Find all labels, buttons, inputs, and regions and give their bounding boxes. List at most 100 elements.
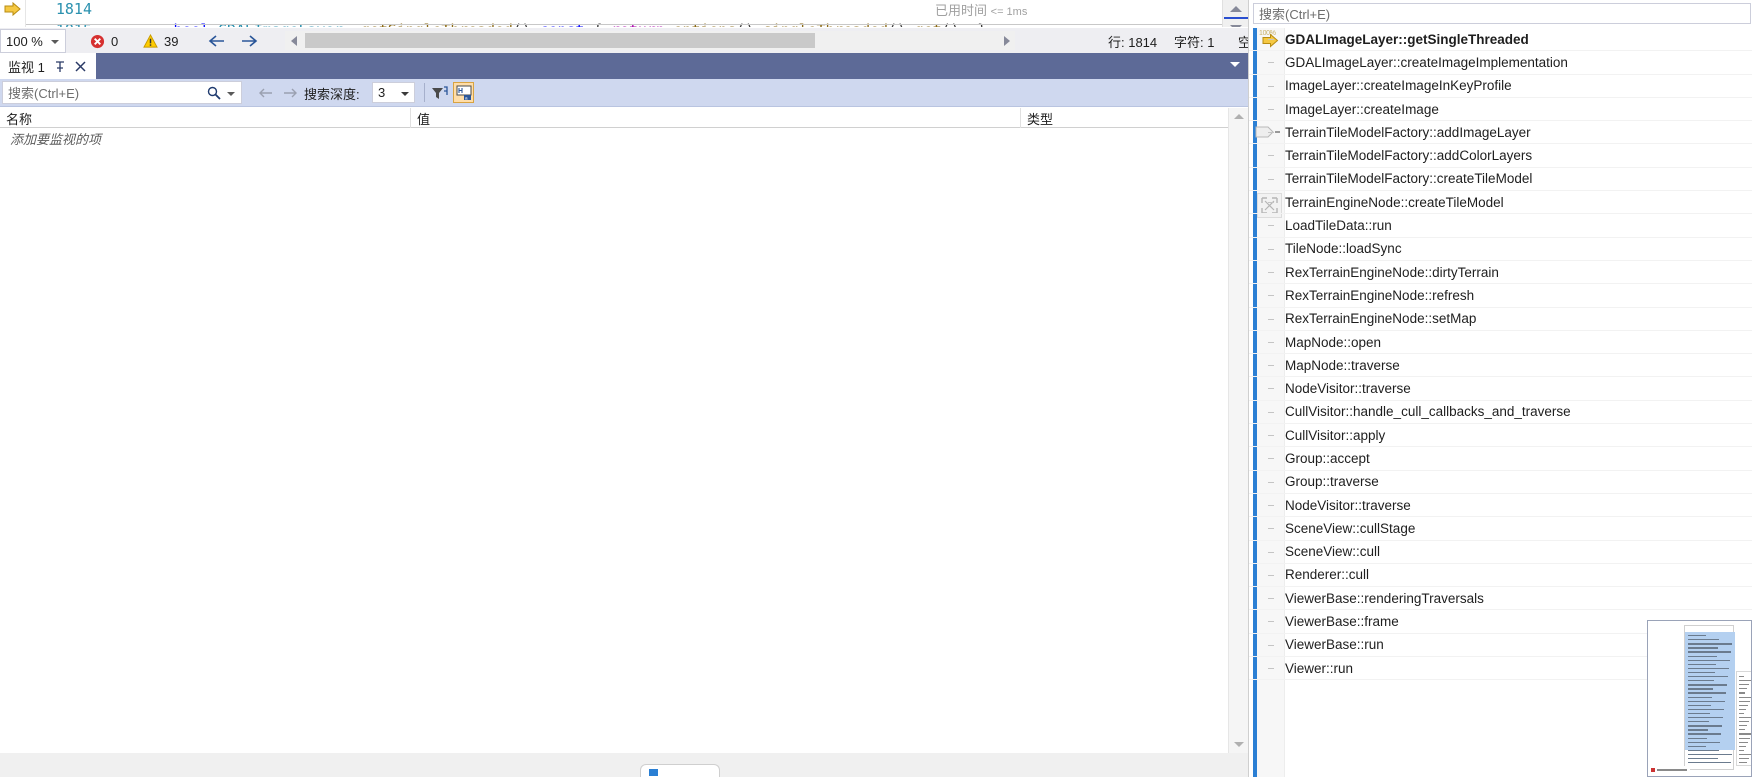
error-icon <box>90 34 105 48</box>
editor-glyph-margin[interactable] <box>0 0 26 27</box>
call-stack-frame-label: Group::traverse <box>1285 474 1379 490</box>
error-count: 0 <box>111 33 119 49</box>
filter-button[interactable] <box>429 83 449 103</box>
call-stack-search-input[interactable]: 搜索(Ctrl+E) <box>1254 4 1330 23</box>
watch-search-input[interactable]: 搜索(Ctrl+E) <box>3 83 79 102</box>
watch-add-item-placeholder[interactable]: 添加要监视的项 <box>0 128 1228 148</box>
frame-gutter-dash <box>1268 504 1274 506</box>
pin-icon[interactable] <box>54 60 66 73</box>
tab-watch-1[interactable]: 监视 1 <box>0 53 96 79</box>
call-stack-frame[interactable]: Group::traverse <box>1249 471 1752 494</box>
search-icon[interactable] <box>207 86 221 100</box>
frame-gutter-dash <box>1268 132 1274 134</box>
call-stack-frame-label: Renderer::cull <box>1285 567 1370 583</box>
tab-indicator-icon <box>649 769 658 776</box>
scroll-up-button[interactable] <box>1223 0 1249 17</box>
code-line-1814[interactable]: bool GDALImageLayer::getSingleThreaded()… <box>102 0 986 27</box>
call-stack-frame-label: ImageLayer::createImage <box>1285 101 1439 117</box>
zoom-level-combobox[interactable]: 100 % <box>0 29 66 53</box>
watch-column-headers: 名称 值 类型 <box>0 108 1248 128</box>
call-stack-frame[interactable]: LoadTileData::run <box>1249 214 1752 238</box>
navigate-backward-button[interactable] <box>206 31 228 51</box>
call-stack-frame[interactable]: RexTerrainEngineNode::setMap <box>1249 308 1752 331</box>
watch-bottom-area <box>0 753 1248 777</box>
call-stack-frame-label: Viewer::run <box>1285 660 1354 676</box>
thumbnail-text-line <box>1688 762 1731 764</box>
call-stack-frame[interactable]: TerrainEngineNode::createTileModel <box>1249 191 1752 215</box>
call-stack-frame[interactable]: TileNode::loadSync <box>1249 238 1752 261</box>
call-stack-frame[interactable]: Group::accept <box>1249 447 1752 471</box>
call-stack-frame[interactable]: CullVisitor::apply <box>1249 424 1752 448</box>
close-icon[interactable] <box>75 60 86 72</box>
code-editor[interactable]: 1814 1815 bool GDALImageLayer::getSingle… <box>0 0 1248 27</box>
chevron-down-icon[interactable] <box>227 92 235 96</box>
scroll-up-button[interactable] <box>1229 108 1249 125</box>
search-previous-button[interactable] <box>256 83 275 102</box>
thumbnail-text-line <box>1688 651 1731 653</box>
call-stack-frame[interactable]: SceneView::cullStage <box>1249 517 1752 541</box>
call-stack-frame[interactable]: MapNode::open <box>1249 331 1752 355</box>
elapsed-time-value: <= 1ms <box>990 6 1028 18</box>
thumbnail-text-line <box>1688 671 1715 674</box>
thumbnail-text-line <box>1688 741 1720 743</box>
call-stack-frame[interactable]: SceneView::cull <box>1249 541 1752 564</box>
scroll-right-button[interactable] <box>998 31 1015 50</box>
thumbnail-text-line <box>1688 639 1719 641</box>
call-stack-frame[interactable]: TerrainTileModelFactory::createTileModel <box>1249 168 1752 192</box>
elapsed-time-indicator[interactable]: 已用时间 <= 1ms <box>935 1 1027 22</box>
frame-gutter-dash <box>1268 365 1274 367</box>
frame-gutter-dash <box>1268 85 1274 87</box>
frame-gutter-dash <box>1268 155 1274 157</box>
document-thumbnail-preview[interactable] <box>1647 620 1752 777</box>
call-stack-frame[interactable]: Renderer::cull <box>1249 564 1752 588</box>
thumbnail-text-line <box>1688 753 1732 756</box>
watch-search-box[interactable]: 搜索(Ctrl+E) <box>2 81 242 104</box>
call-stack-frame[interactable]: CullVisitor::handle_cull_callbacks_and_t… <box>1249 401 1752 425</box>
call-stack-frame-label: RexTerrainEngineNode::refresh <box>1285 287 1475 303</box>
thumbnail-text-line <box>1688 725 1722 727</box>
warning-count: 39 <box>164 33 179 49</box>
call-stack-frame[interactable]: ImageLayer::createImage <box>1249 98 1752 122</box>
call-stack-frame[interactable]: RexTerrainEngineNode::dirtyTerrain <box>1249 261 1752 285</box>
warning-count-indicator[interactable]: 39 <box>143 28 178 54</box>
call-stack-frame[interactable]: GDALImageLayer::createImageImplementatio… <box>1249 51 1752 75</box>
call-stack-frame-label: ImageLayer::createImageInKeyProfile <box>1285 78 1512 94</box>
thumbnail-side-text-line <box>1739 696 1751 698</box>
call-stack-frame-label: ViewerBase::renderingTraversals <box>1285 590 1484 606</box>
editor-horizontal-scrollbar[interactable] <box>285 31 1015 50</box>
call-stack-frame[interactable]: NodeVisitor::traverse <box>1249 377 1752 401</box>
svg-text:a: a <box>465 95 468 100</box>
column-header-type[interactable]: 类型 <box>1020 108 1228 128</box>
left-column: 1814 1815 bool GDALImageLayer::getSingle… <box>0 0 1264 777</box>
watch-tab-label: 监视 1 <box>8 59 45 75</box>
call-stack-search-box[interactable]: 搜索(Ctrl+E) <box>1253 3 1751 24</box>
call-stack-frame[interactable]: ImageLayer::createImageInKeyProfile <box>1249 75 1752 98</box>
call-stack-frame[interactable]: GDALImageLayer::getSingleThreaded <box>1249 28 1752 52</box>
column-header-name[interactable]: 名称 <box>0 108 410 128</box>
search-next-button[interactable] <box>280 83 299 102</box>
navigate-forward-button[interactable] <box>238 31 260 51</box>
error-count-indicator[interactable]: 0 <box>90 28 118 54</box>
watch-vertical-scrollbar[interactable] <box>1228 108 1249 753</box>
bottom-tab-stub[interactable] <box>640 764 720 777</box>
watch-window-titlebar: 监视 1 <box>0 53 1248 79</box>
horizontal-scrollbar-thumb[interactable] <box>305 33 815 48</box>
call-stack-frame[interactable]: RexTerrainEngineNode::refresh <box>1249 284 1752 308</box>
chevron-down-icon[interactable] <box>1230 62 1240 67</box>
hexadecimal-display-button[interactable]: a <box>453 82 474 103</box>
call-stack-frame[interactable]: NodeVisitor::traverse <box>1249 494 1752 518</box>
hexadecimal-display-icon: a <box>456 85 471 100</box>
thumbnail-side-text-line <box>1739 725 1747 727</box>
call-stack-frame[interactable]: MapNode::traverse <box>1249 354 1752 378</box>
call-stack-frame-label: TerrainTileModelFactory::createTileModel <box>1285 171 1533 187</box>
column-header-value[interactable]: 值 <box>410 108 1020 128</box>
scroll-left-button[interactable] <box>285 31 302 50</box>
call-stack-frame-label: CullVisitor::handle_cull_callbacks_and_t… <box>1285 404 1571 420</box>
scroll-down-button[interactable] <box>1229 736 1249 753</box>
thumbnail-side-text-line <box>1739 676 1744 678</box>
call-stack-frame[interactable]: TerrainTileModelFactory::addImageLayer <box>1249 121 1752 145</box>
search-depth-combobox[interactable]: 3 <box>372 82 415 103</box>
watch-rows-container: 添加要监视的项 <box>0 128 1228 753</box>
call-stack-frame[interactable]: ViewerBase::renderingTraversals <box>1249 587 1752 611</box>
call-stack-frame[interactable]: TerrainTileModelFactory::addColorLayers <box>1249 144 1752 168</box>
